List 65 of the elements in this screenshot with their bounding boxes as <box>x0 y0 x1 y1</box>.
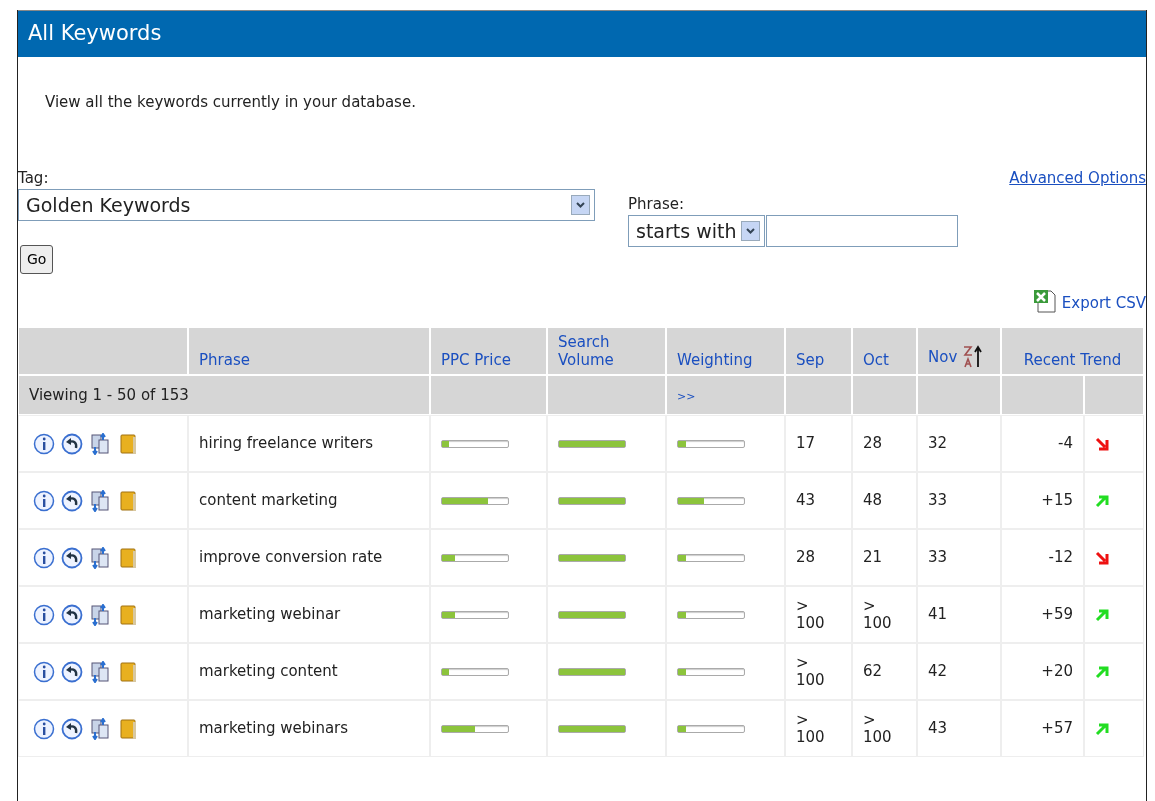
undo-icon[interactable] <box>61 489 83 512</box>
level-bar <box>558 496 626 505</box>
level-bar <box>441 667 509 676</box>
spreadsheet-icon <box>1031 288 1058 314</box>
info-icon[interactable] <box>33 717 55 740</box>
documents-swap-icon[interactable] <box>89 432 111 455</box>
trend-up-arrow-icon <box>1095 664 1109 679</box>
tag-select[interactable]: Golden Keywords <box>18 189 595 221</box>
advanced-options-link[interactable]: Advanced Options <box>1009 168 1146 187</box>
page-title: All Keywords <box>18 10 1146 57</box>
undo-icon[interactable] <box>61 432 83 455</box>
book-icon[interactable] <box>117 546 139 569</box>
level-bar <box>441 610 509 619</box>
level-bar <box>441 496 509 505</box>
description-text: View all the keywords currently in your database. <box>45 92 416 111</box>
tag-label: Tag: <box>18 167 50 189</box>
trend-up-arrow-icon <box>1095 493 1109 508</box>
documents-swap-icon[interactable] <box>89 660 111 683</box>
level-bar <box>441 724 509 733</box>
documents-swap-icon[interactable] <box>89 546 111 569</box>
trend-down-arrow-icon <box>1095 550 1109 565</box>
level-bar <box>441 553 509 562</box>
documents-swap-icon[interactable] <box>89 717 111 740</box>
trend-down-arrow-icon <box>1095 436 1109 451</box>
level-bar <box>558 610 626 619</box>
book-icon[interactable] <box>117 603 139 626</box>
trend-up-arrow-icon <box>1095 721 1109 736</box>
level-bar <box>441 439 509 448</box>
column-header-link[interactable]: Sep <box>796 351 825 369</box>
level-bar <box>677 496 745 505</box>
level-bar <box>558 667 626 676</box>
undo-icon[interactable] <box>61 660 83 683</box>
undo-icon[interactable] <box>61 717 83 740</box>
phrase-mode-select[interactable]: starts with <box>628 215 765 247</box>
level-bar <box>558 439 626 448</box>
book-icon[interactable] <box>117 717 139 740</box>
go-button[interactable]: Go <box>20 245 54 274</box>
documents-swap-icon[interactable] <box>89 489 111 512</box>
level-bar <box>677 610 745 619</box>
book-icon[interactable] <box>117 489 139 512</box>
next-page-link[interactable]: >> <box>677 389 696 403</box>
book-icon[interactable] <box>117 660 139 683</box>
level-bar <box>558 724 626 733</box>
phrase-input[interactable] <box>765 215 958 247</box>
info-icon[interactable] <box>33 546 55 569</box>
sort-icon <box>961 347 984 366</box>
level-bar <box>677 553 745 562</box>
trend-up-arrow-icon <box>1095 607 1109 622</box>
level-bar <box>677 724 745 733</box>
level-bar <box>677 667 745 676</box>
book-icon[interactable] <box>117 432 139 455</box>
level-bar <box>677 439 745 448</box>
column-header-link[interactable]: Oct <box>863 351 889 369</box>
documents-swap-icon[interactable] <box>89 603 111 626</box>
level-bar <box>558 553 626 562</box>
info-icon[interactable] <box>33 660 55 683</box>
info-icon[interactable] <box>33 432 55 455</box>
info-icon[interactable] <box>33 603 55 626</box>
info-icon[interactable] <box>33 489 55 512</box>
viewing-count: Viewing 1 - 50 of 153 <box>29 385 189 404</box>
undo-icon[interactable] <box>61 603 83 626</box>
export-csv-link[interactable]: Export CSV <box>1061 291 1146 314</box>
undo-icon[interactable] <box>61 546 83 569</box>
phrase-label: Phrase: <box>628 193 685 215</box>
column-header-link[interactable]: Phrase <box>199 351 250 369</box>
